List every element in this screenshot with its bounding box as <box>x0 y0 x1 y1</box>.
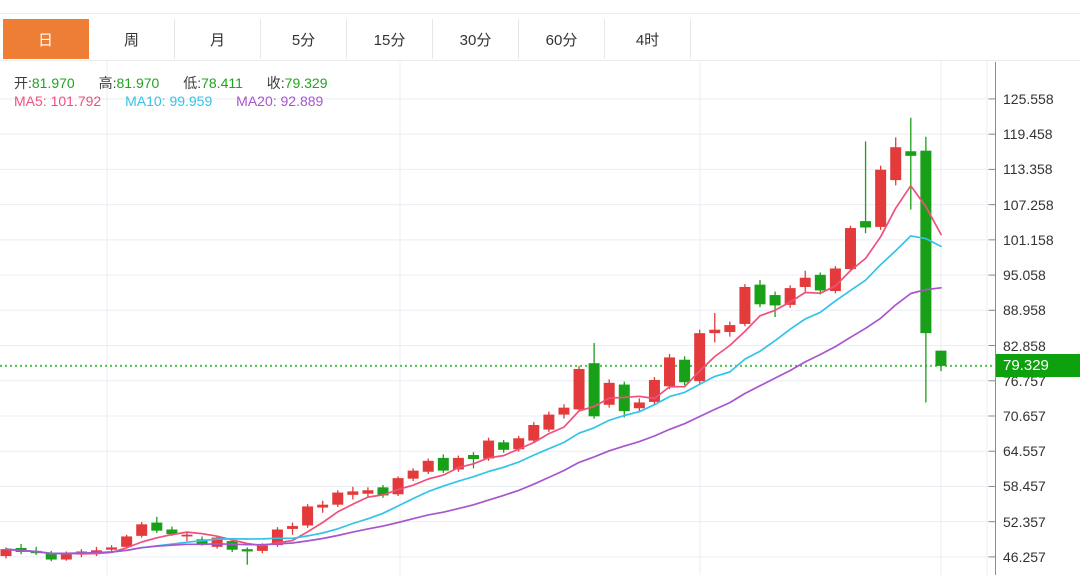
open-value: 81.970 <box>32 75 75 91</box>
ma5-label: MA5: <box>14 93 47 109</box>
ma20-value: 92.889 <box>281 93 324 109</box>
ma-row: MA5: 101.792 MA10: 99.959 MA20: 92.889 <box>14 93 343 109</box>
price-axis[interactable]: 79.329 125.558 119.458 113.358 107.258 101.1… <box>995 62 1080 575</box>
axis-tick-label: 119.458 <box>1003 125 1053 143</box>
axis-tick-label: 95.058 <box>1003 266 1046 284</box>
axis-tick-label: 82.858 <box>1003 337 1046 355</box>
tab-30min[interactable]: 30分 <box>433 19 519 59</box>
ma10-label: MA10: <box>125 93 165 109</box>
axis-tick-label: 113.358 <box>1003 160 1053 178</box>
close-label: 收: <box>267 75 285 91</box>
open-label: 开: <box>14 75 32 91</box>
tab-15min[interactable]: 15分 <box>347 19 433 59</box>
axis-tick-label: 64.557 <box>1003 442 1046 460</box>
axis-tick-label: 125.558 <box>1003 90 1054 108</box>
tab-60min[interactable]: 60分 <box>519 19 605 59</box>
low-label: 低: <box>183 75 201 91</box>
ma20-label: MA20: <box>236 93 276 109</box>
tab-4hour[interactable]: 4时 <box>605 19 691 59</box>
high-label: 高: <box>99 75 117 91</box>
axis-tick-label: 70.657 <box>1003 407 1046 425</box>
candles-layer <box>1 118 947 565</box>
timeframe-tabbar: 日周月5分15分30分60分4时 <box>3 19 691 59</box>
high-value: 81.970 <box>117 75 160 91</box>
axis-tick-label: 58.457 <box>1003 477 1046 495</box>
ma-lines-layer <box>6 186 941 554</box>
tab-5min[interactable]: 5分 <box>261 19 347 59</box>
axis-tick-label: 88.958 <box>1003 301 1046 319</box>
low-value: 78.411 <box>201 75 243 91</box>
ohlc-row: 开:81.970 高:81.970 低:78.411 收:79.329 <box>14 73 348 93</box>
axis-tick-label: 107.258 <box>1003 196 1054 214</box>
tab-week[interactable]: 周 <box>89 19 175 59</box>
current-price-badge: 79.329 <box>996 354 1080 377</box>
axis-tick-label: 52.357 <box>1003 513 1046 531</box>
axis-tick-label: 46.257 <box>1003 548 1046 566</box>
tab-day[interactable]: 日 <box>3 19 89 59</box>
ma5-value: 101.792 <box>51 93 102 109</box>
tab-month[interactable]: 月 <box>175 19 261 59</box>
ma10-value: 99.959 <box>169 93 212 109</box>
close-value: 79.329 <box>285 75 328 91</box>
axis-tick-label: 101.158 <box>1003 231 1054 249</box>
